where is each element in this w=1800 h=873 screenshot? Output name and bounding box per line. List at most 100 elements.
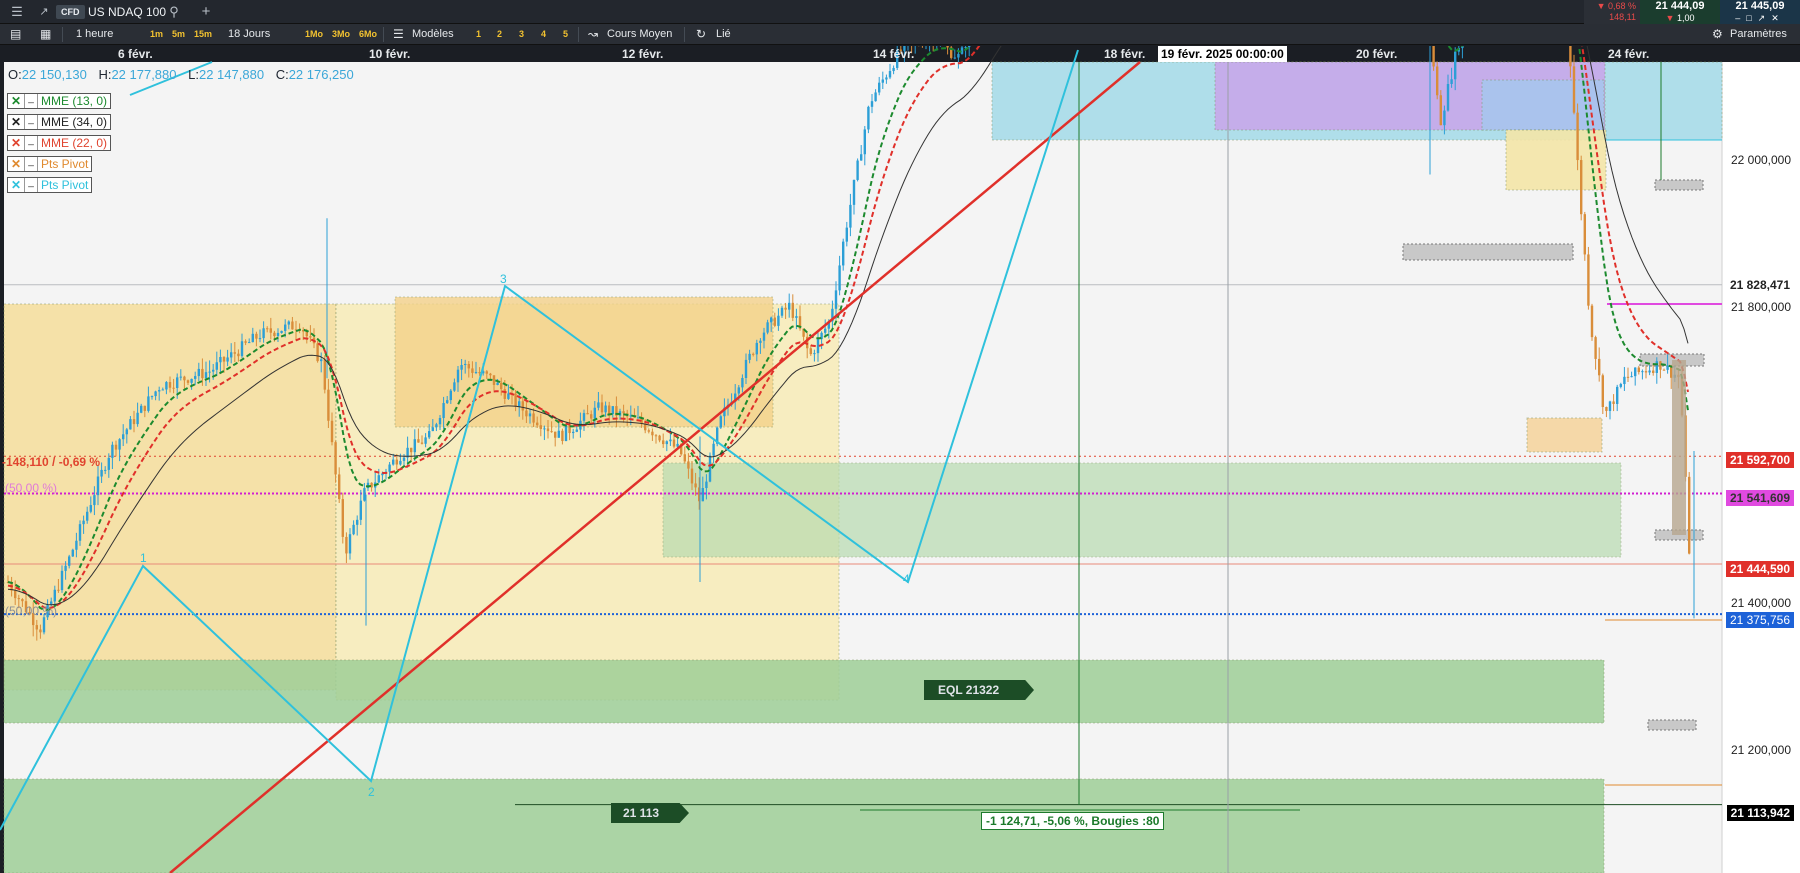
candle-body bbox=[190, 378, 193, 383]
hide-icon[interactable]: _ bbox=[24, 136, 38, 150]
templates-icon[interactable]: ☰ bbox=[393, 24, 404, 45]
candle-body bbox=[226, 357, 229, 362]
timeframe-select[interactable]: 1 heure bbox=[76, 24, 113, 45]
candle-body bbox=[93, 495, 96, 506]
check-icon[interactable]: ✕ bbox=[8, 115, 24, 129]
preset-4[interactable]: 4 bbox=[541, 24, 546, 45]
popout-icon[interactable]: ↗ bbox=[1758, 13, 1772, 23]
restore-icon[interactable]: □ bbox=[1746, 13, 1757, 23]
candle-body bbox=[557, 430, 560, 438]
close-icon[interactable]: ✕ bbox=[1771, 13, 1785, 23]
candle-body bbox=[1612, 401, 1615, 404]
candle-body bbox=[1594, 337, 1597, 359]
candle-body bbox=[410, 447, 413, 453]
plus-icon[interactable]: + bbox=[196, 0, 216, 24]
candle-body bbox=[694, 483, 697, 488]
candle-body bbox=[1608, 401, 1612, 411]
candle-body bbox=[1659, 361, 1662, 370]
candle-body bbox=[1648, 370, 1651, 373]
candle-body bbox=[21, 599, 24, 602]
menu-icon[interactable]: ☰ bbox=[4, 0, 30, 24]
candle-body bbox=[345, 536, 348, 554]
indicator-pivot-cyan[interactable]: ✕ _ Pts Pivot bbox=[7, 177, 93, 193]
hide-icon[interactable]: _ bbox=[24, 115, 38, 129]
bid-price-button[interactable]: 21 444,09 ▼ 1,00 bbox=[1640, 0, 1720, 24]
candle-body bbox=[651, 431, 654, 436]
candle-body bbox=[622, 411, 625, 414]
gear-icon[interactable]: ⚙ bbox=[1712, 24, 1723, 45]
candle-body bbox=[309, 336, 312, 338]
candle-body bbox=[341, 499, 344, 537]
indicator-ema-13[interactable]: ✕ _ MME (13, 0) bbox=[7, 93, 112, 109]
candle-body bbox=[514, 393, 517, 407]
minimize-icon[interactable]: – bbox=[1735, 13, 1746, 23]
candle-body bbox=[118, 439, 121, 450]
indicator-pivot-orange[interactable]: ✕ _ Pts Pivot bbox=[7, 156, 93, 172]
layout-icon[interactable]: ▦ bbox=[40, 24, 51, 45]
candle-body bbox=[377, 475, 380, 483]
interval-1m[interactable]: 1m bbox=[150, 24, 163, 45]
candle-body bbox=[690, 468, 694, 484]
price-type-icon[interactable]: ↝ bbox=[588, 24, 598, 45]
candle-body bbox=[582, 413, 586, 421]
candle-body bbox=[467, 363, 470, 369]
chart-canvas[interactable] bbox=[0, 46, 1800, 873]
check-icon[interactable]: ✕ bbox=[8, 157, 24, 171]
candle-body bbox=[348, 534, 352, 554]
candle-body bbox=[492, 375, 496, 385]
candle-body bbox=[528, 413, 532, 417]
hide-icon[interactable]: _ bbox=[24, 94, 38, 108]
line-chart-icon[interactable]: ↗ bbox=[34, 0, 54, 24]
candle-body bbox=[838, 265, 841, 291]
candle-body bbox=[546, 428, 550, 432]
preset-3[interactable]: 3 bbox=[519, 24, 524, 45]
templates-button[interactable]: Modèles bbox=[412, 24, 454, 45]
candle-body bbox=[392, 459, 395, 465]
indicator-ema-34[interactable]: ✕ _ MME (34, 0) bbox=[7, 114, 112, 130]
candle-body bbox=[237, 353, 240, 357]
check-icon[interactable]: ✕ bbox=[8, 94, 24, 108]
check-icon[interactable]: ✕ bbox=[8, 178, 24, 192]
candle-body bbox=[701, 488, 704, 502]
preset-2[interactable]: 2 bbox=[497, 24, 502, 45]
candle-body bbox=[330, 420, 334, 443]
price-chart[interactable] bbox=[0, 46, 1800, 873]
indicator-ema-22[interactable]: ✕ _ MME (22, 0) bbox=[7, 135, 112, 151]
price-type-select[interactable]: Cours Moyen bbox=[607, 24, 672, 45]
link-icon[interactable]: ↻ bbox=[696, 24, 706, 45]
candle-body bbox=[86, 511, 89, 521]
search-icon[interactable]: ⚲ bbox=[164, 0, 184, 24]
linked-toggle[interactable]: Lié bbox=[716, 24, 731, 45]
range-3mo[interactable]: 3Mo bbox=[332, 24, 350, 45]
candle-body bbox=[132, 419, 136, 425]
candle-body bbox=[474, 371, 478, 373]
hide-icon[interactable]: _ bbox=[24, 157, 38, 171]
candle-body bbox=[158, 390, 161, 392]
candle-body bbox=[442, 403, 445, 419]
period-select[interactable]: 18 Jours bbox=[228, 24, 270, 45]
settings-button[interactable]: Paramètres bbox=[1730, 24, 1787, 45]
interval-15m[interactable]: 15m bbox=[194, 24, 212, 45]
candle-body bbox=[75, 540, 78, 550]
interval-5m[interactable]: 5m bbox=[172, 24, 185, 45]
ask-price-button[interactable]: 21 445,09 –□↗✕ bbox=[1720, 0, 1800, 24]
hide-icon[interactable]: _ bbox=[24, 178, 38, 192]
candle-body bbox=[276, 332, 280, 337]
candle-body bbox=[672, 439, 676, 447]
candle-body bbox=[1641, 371, 1644, 373]
symbol-label[interactable]: US NDAQ 100 bbox=[88, 0, 166, 24]
candle-body bbox=[168, 382, 172, 388]
y-tick: 21 400,000 bbox=[1730, 596, 1792, 610]
panel-icon[interactable]: ▤ bbox=[10, 24, 21, 45]
candle-body bbox=[388, 464, 391, 472]
range-6mo[interactable]: 6Mo bbox=[359, 24, 377, 45]
spread-value: 1,00 bbox=[1676, 13, 1695, 23]
candle-body bbox=[197, 368, 200, 377]
preset-1[interactable]: 1 bbox=[476, 24, 481, 45]
check-icon[interactable]: ✕ bbox=[8, 136, 24, 150]
candle-body bbox=[636, 417, 640, 419]
candle-body bbox=[111, 444, 114, 458]
range-1mo[interactable]: 1Mo bbox=[305, 24, 323, 45]
preset-5[interactable]: 5 bbox=[563, 24, 568, 45]
candle-body bbox=[417, 439, 420, 443]
